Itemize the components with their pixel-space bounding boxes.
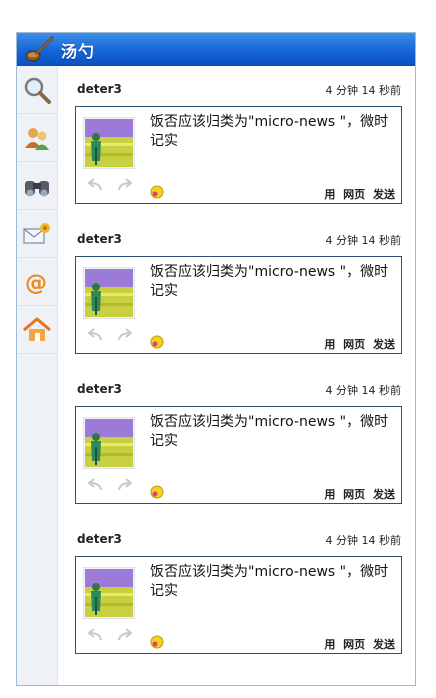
post-card: 饭否应该归类为"micro-news "，微时记实 用 网页 发送 (75, 556, 402, 654)
post-text: 饭否应该归类为"micro-news "，微时记实 (150, 564, 389, 599)
action-web[interactable]: 网页 (343, 338, 365, 351)
post-card: 饭否应该归类为"micro-news "，微时记实 用 网页 发送 (75, 106, 402, 204)
sidebar-item-mentions[interactable]: @ (17, 258, 57, 306)
reply-icon[interactable] (88, 627, 104, 641)
retweet-icon[interactable] (116, 177, 132, 191)
post-actions: 用 网页 发送 (320, 486, 395, 502)
svg-text:@: @ (25, 271, 47, 296)
avatar[interactable] (83, 567, 135, 619)
action-web[interactable]: 网页 (343, 638, 365, 651)
post-item: deter3 4 分钟 14 秒前 饭否应该归类为"micro-news "，微… (58, 516, 415, 656)
post-text: 饭否应该归类为"micro-news "，微时记实 (150, 414, 389, 449)
mail-icon (23, 223, 50, 244)
action-send[interactable]: 发送 (373, 638, 395, 651)
favorite-icon[interactable] (150, 635, 164, 649)
favorite-icon[interactable] (150, 485, 164, 499)
retweet-icon[interactable] (116, 477, 132, 491)
action-use[interactable]: 用 (324, 188, 335, 201)
post-item: deter3 4 分钟 14 秒前 饭否应该归类为"micro-news "，微… (58, 66, 415, 206)
post-timestamp: 4 分钟 14 秒前 (325, 84, 402, 97)
reply-icon[interactable] (88, 477, 104, 491)
app-window: 汤勺 @ deter3 4 分钟 14 秒前 饭否应该归类为"micro-new… (16, 32, 416, 686)
post-card: 饭否应该归类为"micro-news "，微时记实 用 网页 发送 (75, 406, 402, 504)
favorite-icon[interactable] (150, 335, 164, 349)
title-bar: 汤勺 (17, 33, 415, 66)
sidebar-item-search[interactable] (17, 66, 57, 114)
post-timestamp: 4 分钟 14 秒前 (325, 534, 402, 547)
post-item: deter3 4 分钟 14 秒前 饭否应该归类为"micro-news "，微… (58, 216, 415, 356)
action-use[interactable]: 用 (324, 338, 335, 351)
sidebar-item-friends[interactable] (17, 114, 57, 162)
people-icon (25, 128, 49, 150)
favorite-icon[interactable] (150, 185, 164, 199)
avatar[interactable] (83, 417, 135, 469)
sidebar-item-messages[interactable] (17, 210, 57, 258)
retweet-icon[interactable] (116, 327, 132, 341)
action-use[interactable]: 用 (324, 638, 335, 651)
magnifier-icon (24, 77, 51, 104)
sidebar-item-explore[interactable] (17, 162, 57, 210)
post-actions: 用 网页 发送 (320, 186, 395, 202)
post-item: deter3 4 分钟 14 秒前 饭否应该归类为"micro-news "，微… (58, 366, 415, 506)
post-username[interactable]: deter3 (77, 232, 122, 246)
reply-icon[interactable] (88, 177, 104, 191)
post-timestamp: 4 分钟 14 秒前 (325, 234, 402, 247)
sidebar: @ (17, 66, 58, 685)
retweet-icon[interactable] (116, 627, 132, 641)
home-icon (23, 317, 51, 341)
avatar[interactable] (83, 117, 135, 169)
timeline: deter3 4 分钟 14 秒前 饭否应该归类为"micro-news "，微… (58, 66, 415, 685)
action-send[interactable]: 发送 (373, 488, 395, 501)
ladle-icon (25, 36, 54, 62)
post-timestamp: 4 分钟 14 秒前 (325, 384, 402, 397)
post-actions: 用 网页 发送 (320, 636, 395, 652)
action-send[interactable]: 发送 (373, 188, 395, 201)
sidebar-item-home[interactable] (17, 306, 57, 354)
post-username[interactable]: deter3 (77, 532, 122, 546)
action-send[interactable]: 发送 (373, 338, 395, 351)
action-web[interactable]: 网页 (343, 188, 365, 201)
post-username[interactable]: deter3 (77, 82, 122, 96)
binoculars-icon (25, 181, 49, 197)
post-card: 饭否应该归类为"micro-news "，微时记实 用 网页 发送 (75, 256, 402, 354)
action-web[interactable]: 网页 (343, 488, 365, 501)
post-text: 饭否应该归类为"micro-news "，微时记实 (150, 264, 389, 299)
at-icon: @ (25, 271, 47, 296)
app-title: 汤勺 (61, 42, 96, 61)
avatar[interactable] (83, 267, 135, 319)
post-text: 饭否应该归类为"micro-news "，微时记实 (150, 114, 389, 149)
post-actions: 用 网页 发送 (320, 336, 395, 352)
reply-icon[interactable] (88, 327, 104, 341)
action-use[interactable]: 用 (324, 488, 335, 501)
post-username[interactable]: deter3 (77, 382, 122, 396)
